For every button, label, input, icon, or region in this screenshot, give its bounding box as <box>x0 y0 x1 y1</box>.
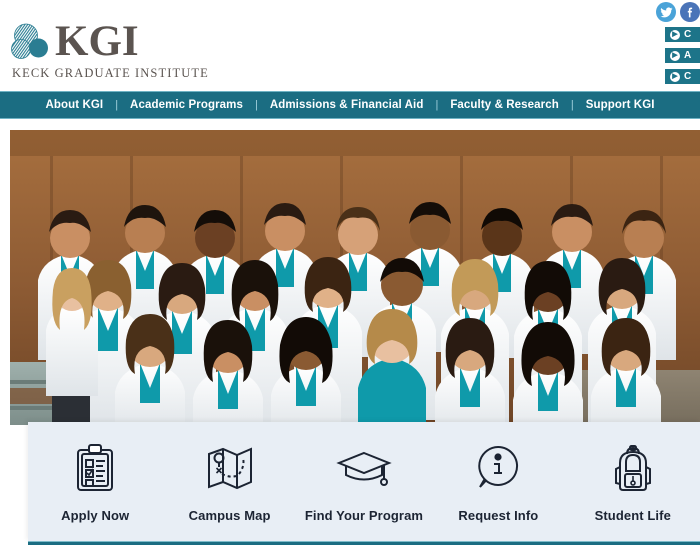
quicklinks-bar: Apply Now Campus Map Find Your Program R… <box>28 422 700 542</box>
bottom-accent-rule <box>28 541 700 545</box>
header-action-button-2-label: A <box>684 50 692 61</box>
main-navigation: About KGI | Academic Programs | Admissio… <box>0 91 700 119</box>
quicklink-campus-map[interactable]: Campus Map <box>165 440 295 523</box>
quicklink-apply-now[interactable]: Apply Now <box>30 440 160 523</box>
kgi-circles-logo-mark <box>10 22 52 62</box>
chevron-right-icon: ▶ <box>670 29 680 40</box>
facebook-icon[interactable] <box>680 2 700 22</box>
nav-separator: | <box>570 99 574 111</box>
nav-item-academic-programs[interactable]: Academic Programs <box>128 99 245 111</box>
chevron-right-icon: ▶ <box>670 71 680 82</box>
nav-item-faculty-research[interactable]: Faculty & Research <box>448 99 561 111</box>
quicklink-find-your-program-label: Find Your Program <box>304 508 424 523</box>
clipboard-checklist-icon <box>73 440 117 496</box>
twitter-icon[interactable] <box>656 2 676 22</box>
header-action-buttons: ▶ C ▶ A ▶ C <box>664 26 700 85</box>
quicklink-request-info[interactable]: Request Info <box>433 440 563 523</box>
quicklink-apply-now-label: Apply Now <box>61 508 130 523</box>
quicklink-student-life[interactable]: Student Life <box>568 440 698 523</box>
logo-subtitle: KECK GRADUATE INSTITUTE <box>12 66 209 80</box>
quicklink-find-your-program[interactable]: Find Your Program <box>299 440 429 523</box>
logo-title: KGI <box>55 18 139 65</box>
nav-separator: | <box>115 99 119 111</box>
social-links <box>656 2 700 22</box>
header-action-button-3[interactable]: ▶ C <box>664 68 700 85</box>
quicklink-request-info-label: Request Info <box>458 508 539 523</box>
graduation-cap-icon <box>336 440 392 496</box>
page-root: KGI KECK GRADUATE INSTITUTE ▶ C ▶ A ▶ C … <box>0 0 700 550</box>
nav-separator: | <box>254 99 258 111</box>
site-header: KGI KECK GRADUATE INSTITUTE ▶ C ▶ A ▶ C <box>0 0 700 88</box>
nav-item-about-kgi[interactable]: About KGI <box>43 99 105 111</box>
header-action-button-3-label: C <box>684 71 692 82</box>
backpack-icon <box>611 440 655 496</box>
quicklink-student-life-label: Student Life <box>594 508 671 523</box>
header-action-button-1[interactable]: ▶ C <box>664 26 700 43</box>
quicklink-campus-map-label: Campus Map <box>188 508 271 523</box>
header-action-button-1-label: C <box>684 29 692 40</box>
info-speech-bubble-icon <box>475 440 521 496</box>
chevron-right-icon: ▶ <box>670 50 680 61</box>
nav-separator: | <box>435 99 439 111</box>
hero-image[interactable] <box>10 130 700 425</box>
header-action-button-2[interactable]: ▶ A <box>664 47 700 64</box>
folded-map-pin-icon <box>205 440 255 496</box>
logo-row: KGI <box>10 18 139 65</box>
nav-items: About KGI | Academic Programs | Admissio… <box>43 99 656 111</box>
nav-item-admissions-financial-aid[interactable]: Admissions & Financial Aid <box>268 99 426 111</box>
site-logo[interactable]: KGI KECK GRADUATE INSTITUTE <box>10 18 209 81</box>
nav-item-support-kgi[interactable]: Support KGI <box>584 99 657 111</box>
